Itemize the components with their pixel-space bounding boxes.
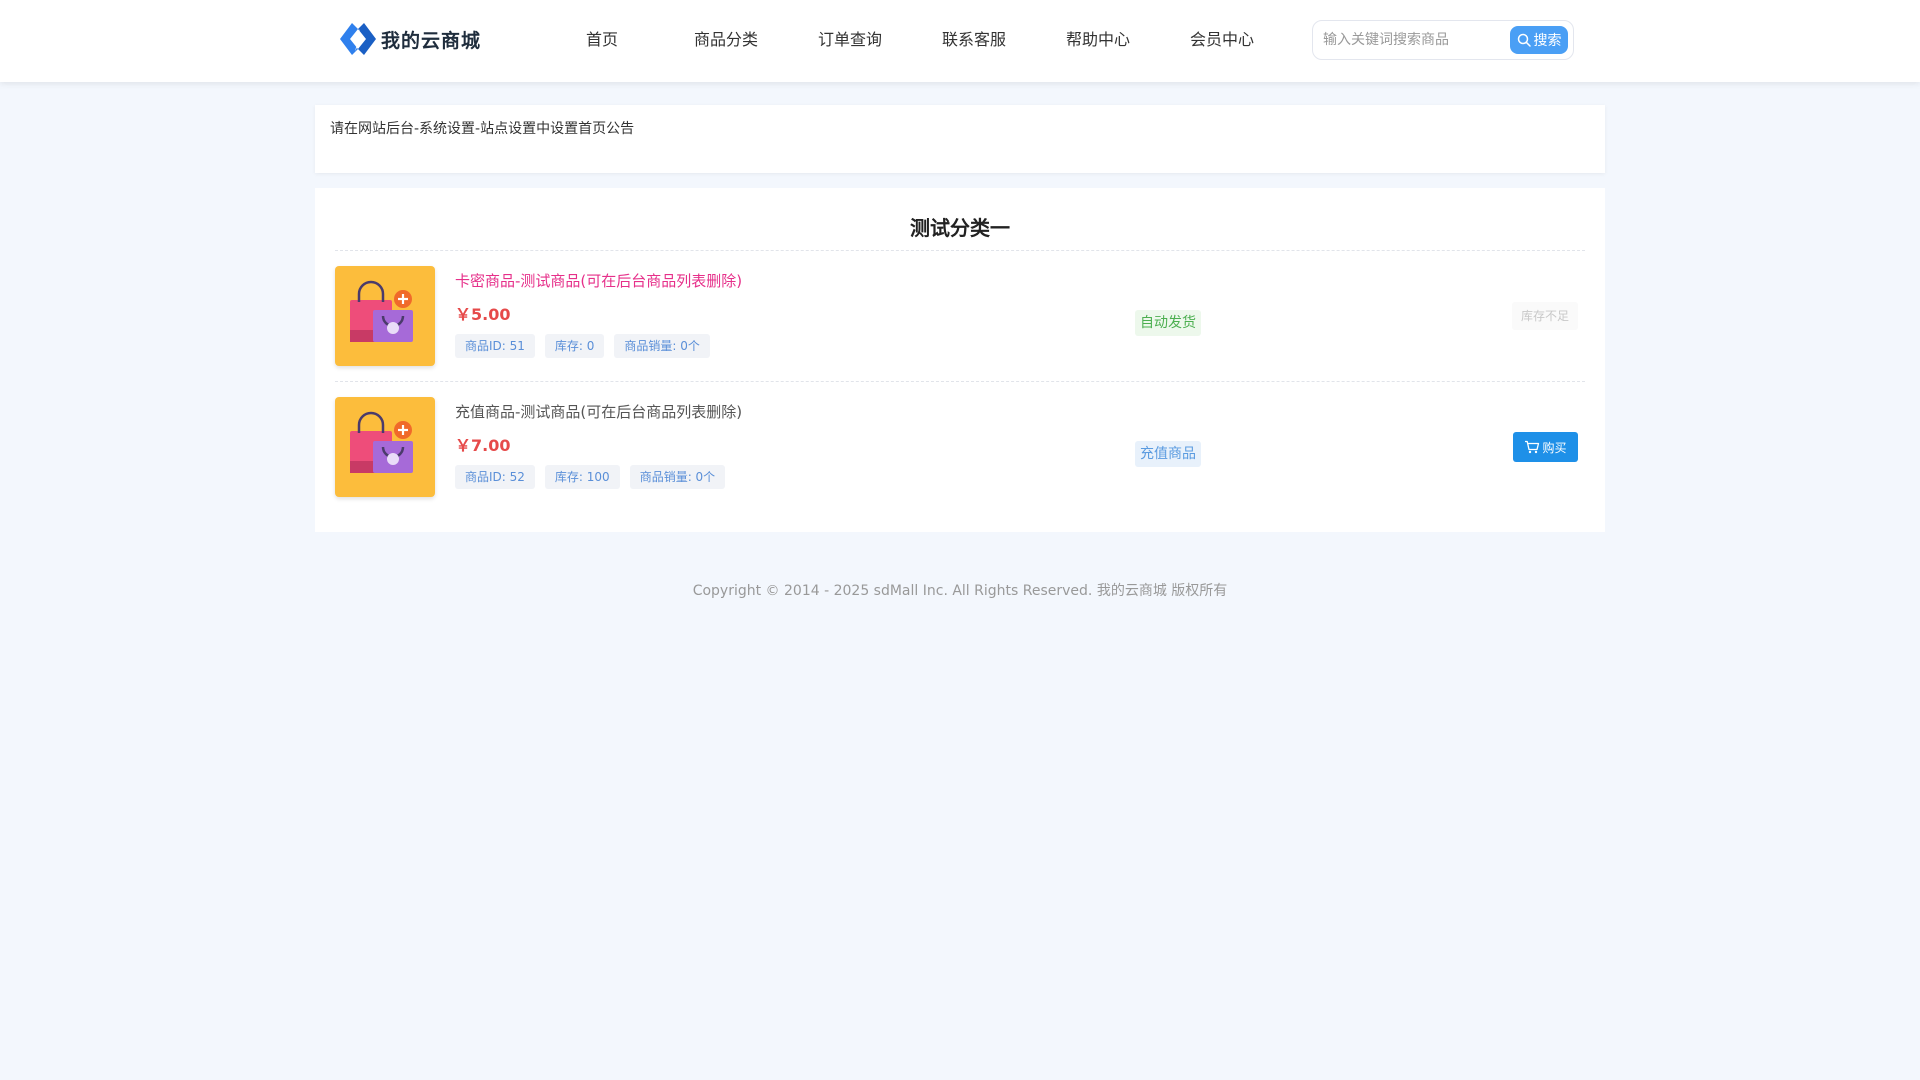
divider — [335, 250, 1585, 251]
cart-icon — [1525, 440, 1540, 454]
product-id-tag: 商品ID: 51 — [455, 334, 535, 358]
search-icon — [1517, 33, 1531, 47]
delivery-badge: 充值商品 — [1135, 441, 1201, 467]
product-sales-tag: 商品销量: 0个 — [629, 465, 726, 489]
search-box: 搜索 — [1312, 20, 1574, 60]
product-thumbnail[interactable] — [335, 266, 435, 366]
category-panel: 测试分类一 卡密商品-测试商品(可在后台商品列表删除) ￥5.00 商品ID: … — [315, 188, 1605, 532]
logo-icon — [340, 23, 376, 55]
product-name[interactable]: 充值商品-测试商品(可在后台商品列表删除) — [455, 401, 742, 422]
product-price: ￥7.00 — [455, 436, 511, 455]
buy-button-label: 购买 — [1542, 440, 1567, 455]
divider — [335, 381, 1585, 382]
site-logo[interactable]: 我的云商城 — [338, 19, 481, 59]
buy-button[interactable]: 购买 — [1513, 432, 1578, 462]
brand-name: 我的云商城 — [381, 29, 482, 52]
nav-item-order-query[interactable]: 订单查询 — [788, 26, 912, 50]
search-input[interactable] — [1323, 29, 1503, 51]
product-stock-tag: 库存: 100 — [544, 465, 620, 489]
product-stock-tag: 库存: 0 — [544, 334, 605, 358]
search-button[interactable]: 搜索 — [1510, 26, 1568, 54]
product-tags: 商品ID: 52 库存: 100 商品销量: 0个 — [455, 465, 726, 489]
product-price: ￥5.00 — [455, 305, 511, 324]
top-header: 我的云商城 首页 商品分类 订单查询 联系客服 帮助中心 会员中心 搜索 — [0, 0, 1920, 82]
delivery-badge: 自动发货 — [1135, 310, 1201, 336]
shopping-bag-icon — [350, 280, 413, 342]
nav-item-categories[interactable]: 商品分类 — [664, 26, 788, 50]
product-thumbnail[interactable] — [335, 397, 435, 497]
product-tags: 商品ID: 51 库存: 0 商品销量: 0个 — [455, 334, 710, 358]
announcement-panel: 请在网站后台-系统设置-站点设置中设置首页公告 — [315, 105, 1605, 173]
out-of-stock-button: 库存不足 — [1512, 302, 1578, 330]
shopping-bag-icon — [350, 411, 413, 473]
main-nav: 首页 商品分类 订单查询 联系客服 帮助中心 会员中心 — [540, 0, 1284, 76]
announcement-text: 请在网站后台-系统设置-站点设置中设置首页公告 — [330, 121, 635, 137]
nav-item-home[interactable]: 首页 — [540, 26, 664, 50]
product-sales-tag: 商品销量: 0个 — [614, 334, 710, 358]
nav-item-member-center[interactable]: 会员中心 — [1160, 26, 1284, 50]
nav-item-help-center[interactable]: 帮助中心 — [1036, 26, 1160, 50]
nav-item-contact-support[interactable]: 联系客服 — [912, 26, 1036, 50]
product-row[interactable]: 卡密商品-测试商品(可在后台商品列表删除) ￥5.00 商品ID: 51 库存:… — [335, 266, 1585, 366]
product-name[interactable]: 卡密商品-测试商品(可在后台商品列表删除) — [455, 270, 742, 291]
search-button-label: 搜索 — [1533, 33, 1562, 49]
product-row[interactable]: 充值商品-测试商品(可在后台商品列表删除) ￥7.00 商品ID: 52 库存:… — [335, 397, 1585, 497]
footer-copyright: Copyright © 2014 - 2025 sdMall Inc. All … — [692, 583, 1228, 599]
product-id-tag: 商品ID: 52 — [455, 465, 535, 489]
category-title: 测试分类一 — [910, 216, 1010, 240]
